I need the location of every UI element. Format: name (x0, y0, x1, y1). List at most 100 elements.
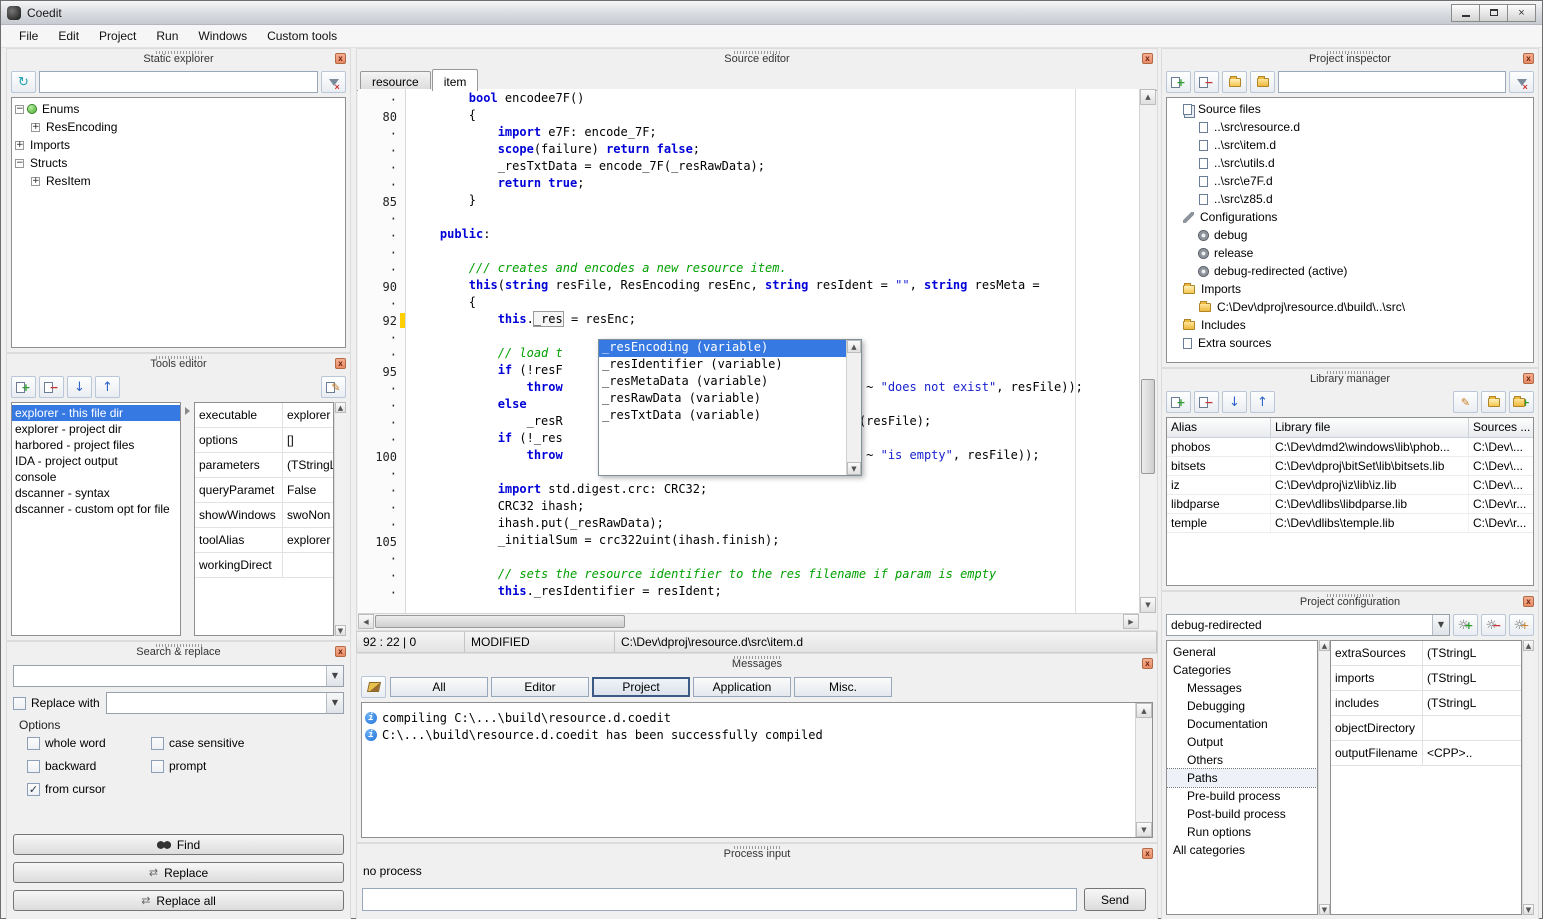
tree-item-debug-redirected-active[interactable]: debug-redirected (active) (1167, 262, 1533, 280)
replace-button[interactable]: ⇄ Replace (13, 862, 344, 883)
tree-item-release[interactable]: release (1167, 244, 1533, 262)
categories-scrollbar[interactable]: ▲ ▼ (1318, 640, 1330, 915)
category-item-others[interactable]: Others (1167, 751, 1317, 769)
panel-close-button[interactable]: x (335, 646, 346, 657)
replace-term-combobox[interactable]: ▼ (106, 692, 344, 714)
editor-horizontal-scrollbar[interactable]: ◀ ▶ (358, 613, 1139, 629)
tools-list-item[interactable]: dscanner - custom opt for file (12, 501, 180, 517)
library-row[interactable]: phobosC:\Dev\dmd2\windows\lib\phob...C:\… (1167, 438, 1533, 457)
category-item-general[interactable]: General (1167, 643, 1317, 661)
clear-filter-button[interactable] (321, 71, 346, 93)
completion-item[interactable]: _resTxtData (variable) (599, 408, 846, 425)
execute-tool-button[interactable]: ✎ (321, 376, 346, 398)
tree-item-src-item-d[interactable]: ..\src\item.d (1167, 136, 1533, 154)
category-item-documentation[interactable]: Documentation (1167, 715, 1317, 733)
column-header-sources[interactable]: Sources ... (1469, 418, 1534, 438)
message-row[interactable]: iC:\...\build\resource.d.coedit has been… (362, 726, 1152, 743)
column-header-alias[interactable]: Alias (1167, 418, 1271, 438)
checkbox-prompt[interactable]: prompt (151, 759, 330, 773)
filter-button-application[interactable]: Application (693, 677, 791, 697)
inspector-filter-input[interactable] (1278, 71, 1506, 93)
completion-item[interactable]: _resIdentifier (variable) (599, 357, 846, 374)
send-button[interactable]: Send (1084, 888, 1146, 911)
move-library-down-button[interactable]: ↓ (1222, 391, 1247, 413)
chevron-down-icon[interactable]: ▼ (326, 666, 343, 686)
edit-library-button[interactable]: ✎ (1453, 391, 1478, 413)
add-configuration-button[interactable]: ☼+ (1453, 614, 1478, 636)
tree-expander-icon[interactable]: − (15, 159, 24, 168)
clear-messages-button[interactable] (361, 676, 386, 698)
category-item-paths[interactable]: Paths (1167, 769, 1317, 787)
menu-item-custom-tools[interactable]: Custom tools (257, 26, 347, 46)
remove-library-button[interactable]: − (1194, 391, 1219, 413)
scroll-down-icon[interactable]: ▼ (1136, 822, 1152, 837)
category-item-all-categories[interactable]: All categories (1167, 841, 1317, 859)
property-value[interactable] (283, 553, 333, 577)
minimize-button[interactable] (1451, 4, 1480, 22)
checkbox-backward[interactable]: backward (27, 759, 147, 773)
add-library-folder-button[interactable]: + (1509, 391, 1534, 413)
menu-item-run[interactable]: Run (146, 26, 188, 46)
remove-source-button[interactable]: − (1194, 71, 1219, 93)
menu-item-windows[interactable]: Windows (188, 26, 257, 46)
close-button[interactable]: × (1507, 4, 1536, 22)
tab-item[interactable]: item (432, 69, 479, 91)
tree-expander-icon[interactable]: − (15, 105, 24, 114)
property-value[interactable]: (TStringL (283, 453, 333, 477)
find-button[interactable]: Find (13, 834, 344, 855)
refresh-button[interactable]: ↻ (11, 71, 36, 93)
scroll-up-icon[interactable]: ▲ (847, 340, 861, 353)
tools-list-item[interactable]: explorer - this file dir (12, 405, 180, 421)
tree-item-resencoding[interactable]: +ResEncoding (12, 118, 345, 136)
tree-item-source-files[interactable]: Source files (1167, 100, 1533, 118)
property-value[interactable]: <CPP>.. (1423, 741, 1521, 765)
clone-configuration-button[interactable]: ☼+ (1509, 614, 1534, 636)
tools-list-item[interactable]: dscanner - syntax (12, 485, 180, 501)
library-row[interactable]: izC:\Dev\dproj\iz\lib\iz.libC:\Dev\... (1167, 476, 1533, 495)
tools-list-item[interactable]: explorer - project dir (12, 421, 180, 437)
category-item-output[interactable]: Output (1167, 733, 1317, 751)
messages-scrollbar[interactable]: ▲ ▼ (1135, 703, 1152, 837)
tree-item-configurations[interactable]: Configurations (1167, 208, 1533, 226)
tree-expander-icon[interactable]: + (31, 177, 40, 186)
category-item-run-options[interactable]: Run options (1167, 823, 1317, 841)
panel-close-button[interactable]: x (335, 53, 346, 64)
category-item-debugging[interactable]: Debugging (1167, 697, 1317, 715)
property-value[interactable]: swoNon (283, 503, 333, 527)
property-value[interactable]: [] (283, 428, 333, 452)
filter-button-misc[interactable]: Misc. (794, 677, 892, 697)
maximize-button[interactable] (1479, 4, 1508, 22)
filter-button-editor[interactable]: Editor (491, 677, 589, 697)
editor-vertical-scrollbar[interactable]: ▲ ▼ (1139, 89, 1156, 613)
static-explorer-filter-input[interactable] (39, 71, 318, 93)
properties-scrollbar[interactable]: ▲ ▼ (1522, 640, 1534, 915)
add-folder-button[interactable] (1222, 71, 1247, 93)
tree-expander-icon[interactable]: + (15, 141, 24, 150)
checkbox-case-sensitive[interactable]: case sensitive (151, 736, 330, 750)
chevron-down-icon[interactable]: ▼ (1432, 615, 1449, 635)
tree-item-resitem[interactable]: +ResItem (12, 172, 345, 190)
checkbox-from-cursor[interactable]: ✓from cursor (27, 782, 147, 796)
panel-close-button[interactable]: x (1142, 848, 1153, 859)
tree-item-src-resource-d[interactable]: ..\src\resource.d (1167, 118, 1533, 136)
panel-close-button[interactable]: x (1523, 53, 1534, 64)
tree-item-structs[interactable]: −Structs (12, 154, 345, 172)
property-value[interactable]: explorer (283, 403, 333, 427)
property-value[interactable]: (TStringL (1423, 666, 1521, 690)
scrollbar-thumb[interactable] (375, 615, 625, 628)
add-tool-button[interactable]: + (11, 376, 36, 398)
completion-item[interactable]: _resEncoding (variable) (599, 340, 846, 357)
remove-tool-button[interactable]: − (39, 376, 64, 398)
scroll-right-icon[interactable]: ▶ (1123, 614, 1139, 629)
scroll-down-icon[interactable]: ▼ (1319, 904, 1330, 915)
tree-item-extra-sources[interactable]: Extra sources (1167, 334, 1533, 352)
tree-item-imports[interactable]: Imports (1167, 280, 1533, 298)
library-row[interactable]: libdparseC:\Dev\dlibs\libdparse.libC:\De… (1167, 495, 1533, 514)
open-library-file-button[interactable] (1481, 391, 1506, 413)
tree-item-includes[interactable]: Includes (1167, 316, 1533, 334)
tools-grid-scrollbar[interactable]: ▲ ▼ (334, 402, 346, 636)
completion-item[interactable]: _resMetaData (variable) (599, 374, 846, 391)
tree-item-src-utils-d[interactable]: ..\src\utils.d (1167, 154, 1533, 172)
replace-all-button[interactable]: ⇄ Replace all (13, 890, 344, 911)
panel-close-button[interactable]: x (335, 358, 346, 369)
